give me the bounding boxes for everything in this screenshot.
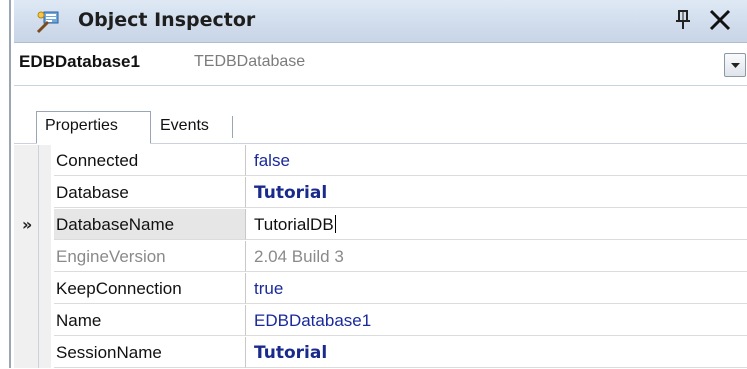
property-value[interactable]: false	[246, 145, 747, 176]
property-name[interactable]: SessionName	[54, 337, 246, 368]
property-name[interactable]: Connected	[54, 145, 246, 176]
close-icon[interactable]	[708, 8, 732, 32]
property-name[interactable]: EngineVersion	[54, 241, 246, 272]
component-type: TEDBDatabase	[194, 53, 306, 70]
property-value[interactable]: true	[246, 273, 747, 304]
component-name: EDBDatabase1	[19, 52, 140, 71]
pin-icon[interactable]	[674, 9, 692, 31]
property-row-engineversion[interactable]: EngineVersion 2.04 Build 3	[14, 241, 747, 273]
property-name[interactable]: Database	[54, 177, 246, 208]
property-row-database[interactable]: Database Tutorial	[14, 177, 747, 209]
chevron-down-icon	[731, 63, 740, 68]
object-inspector-panel: Object Inspector EDBDatabase1 TEDBDataba…	[14, 0, 747, 368]
property-value-editor[interactable]: TutorialDB	[246, 209, 747, 240]
property-row-sessionname[interactable]: SessionName Tutorial	[14, 337, 747, 369]
text-caret	[334, 215, 336, 233]
property-value[interactable]: Tutorial	[246, 177, 747, 208]
property-value[interactable]: Tutorial	[246, 337, 747, 368]
property-name[interactable]: DatabaseName	[54, 209, 246, 240]
component-dropdown-button[interactable]	[724, 53, 746, 77]
tab-properties[interactable]: Properties	[36, 111, 151, 143]
property-grid: Connected false Database Tutorial » Data…	[14, 145, 747, 368]
property-row-databasename[interactable]: » DatabaseName TutorialDB	[14, 209, 747, 241]
tab-divider	[232, 116, 233, 138]
property-row-name[interactable]: Name EDBDatabase1	[14, 305, 747, 337]
property-value-text[interactable]: TutorialDB	[254, 215, 334, 234]
active-tab-gap	[37, 143, 150, 144]
inspector-tabs: Properties Events	[14, 86, 747, 144]
title-bar[interactable]: Object Inspector	[14, 0, 747, 43]
property-value[interactable]: EDBDatabase1	[246, 305, 747, 336]
object-inspector-icon	[36, 11, 59, 34]
left-edge	[0, 0, 14, 368]
component-selector[interactable]: EDBDatabase1 TEDBDatabase	[14, 43, 747, 86]
property-row-connected[interactable]: Connected false	[14, 145, 747, 177]
property-name[interactable]: Name	[54, 305, 246, 336]
property-row-keepconnection[interactable]: KeepConnection true	[14, 273, 747, 305]
current-row-marker: »	[22, 215, 33, 234]
property-value: 2.04 Build 3	[246, 241, 747, 272]
property-name[interactable]: KeepConnection	[54, 273, 246, 304]
left-border	[9, 0, 11, 368]
tab-events[interactable]: Events	[154, 115, 209, 143]
panel-title: Object Inspector	[78, 9, 256, 31]
